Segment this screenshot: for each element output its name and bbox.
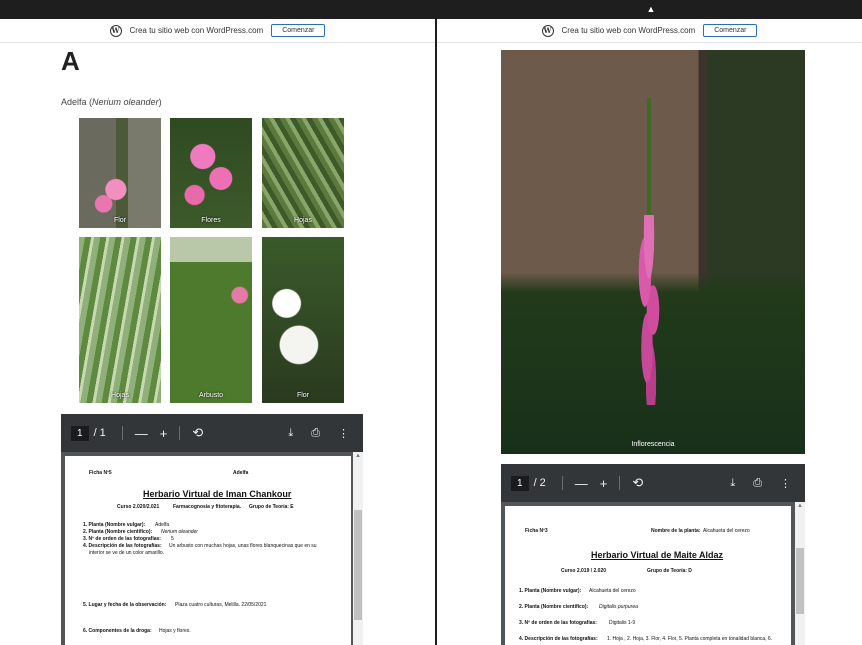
photo-flowers[interactable]: Flores [170, 118, 252, 228]
zoom-in-button[interactable]: + [600, 476, 608, 491]
caption-suffix: ) [158, 97, 162, 107]
wordpress-logo-icon: W [541, 24, 554, 37]
scroll-thumb[interactable] [796, 548, 804, 614]
group: Grupo de Teoría: E [249, 504, 294, 510]
print-icon[interactable]: ⎙ [311, 427, 320, 440]
rotate-icon[interactable]: ⟲ [192, 425, 203, 441]
course: Curso 2.020/2.021 [117, 504, 160, 510]
item-label: 1. Planta (Nombre vulgar): [83, 522, 146, 528]
item-label: 3. Nº de orden de las fotografías: [83, 536, 161, 542]
plant-bloom [629, 215, 669, 405]
item-value: 1. Hoja , 2. Hoja, 3. Flor, 4. Flor, 5. … [607, 636, 773, 642]
start-button[interactable]: Comenzar [703, 24, 758, 37]
toolbar-separator [619, 476, 621, 490]
photo-label: Hojas [111, 392, 129, 399]
collapse-icon[interactable]: ▲ [645, 3, 657, 15]
toolbar-actions: ⤓ ⎙ ⋮ [730, 477, 805, 490]
toolbar-separator [561, 476, 563, 490]
plant-heading: Adelfa [233, 470, 249, 476]
item-label: 4. Descripción de las fotografías: [83, 543, 162, 549]
pdf-page: Ficha Nº5 Adelfa Herbario Virtual de Ima… [65, 456, 351, 645]
zoom-in-button[interactable]: + [160, 426, 168, 441]
photo-shrub[interactable]: Arbusto [170, 237, 252, 403]
more-icon[interactable]: ⋮ [338, 427, 349, 440]
pdf-toolbar: 1 / 1 — + ⟲ ⤓ ⎙ ⋮ [61, 414, 363, 452]
pdf-page: Ficha Nº3 Nombre de la planta: Alcahueta… [505, 506, 791, 645]
subject: Farmacognosia y fitoterapia. [173, 504, 242, 510]
item-value: Plaza cuatro culturas, Melilla. 22/05/20… [175, 602, 267, 608]
zoom-out-button[interactable]: — [135, 426, 148, 441]
item-value: Adelfa [155, 522, 170, 528]
group: Grupo de Teoría: D [647, 568, 692, 574]
photo-flower-1[interactable]: Flor [79, 118, 161, 228]
item-label: 1. Planta (Nombre vulgar): [519, 588, 582, 594]
page-number-input[interactable]: 1 [511, 475, 529, 491]
more-icon[interactable]: ⋮ [780, 477, 791, 490]
scroll-up-icon[interactable]: ▲ [795, 502, 805, 510]
pdf-viewer-left: 1 / 1 — + ⟲ ⤓ ⎙ ⋮ Ficha Nº5 Adelfa Herba… [61, 414, 363, 645]
caption-scientific: Nerium oleander [92, 97, 159, 107]
toolbar-actions: ⤓ ⎙ ⋮ [288, 427, 363, 440]
photo-leaves-2[interactable]: Hojas [79, 237, 161, 403]
photo-label: Flores [201, 217, 221, 224]
pdf-scrollbar[interactable]: ▲ [795, 502, 805, 645]
plant-heading-value: Alcahueta del cerezo [703, 528, 750, 534]
course: Curso 2.019 / 2.020 [561, 568, 607, 574]
item-value: Alcahueta del cerezo [589, 588, 636, 594]
item-label: 2. Planta (Nombre científico): [83, 529, 153, 535]
wordpress-logo-icon: W [109, 24, 122, 37]
zoom-out-button[interactable]: — [575, 476, 588, 491]
item-label: 5. Lugar y fecha de la observación: [83, 602, 167, 608]
plant-caption: Adelfa (Nerium oleander) [61, 97, 162, 107]
pdf-scrollbar[interactable]: ▲ [353, 452, 363, 645]
pdf-title: Herbario Virtual de Iman Chankour [143, 489, 292, 499]
item-value: Hojas y flores. [159, 628, 191, 634]
photo-label: Hojas [294, 217, 312, 224]
toolbar-separator [121, 426, 123, 440]
photo-flower-2[interactable]: Flor [262, 237, 344, 403]
caption-prefix: Adelfa ( [61, 97, 93, 107]
item-label: 3. Nº de orden de las fotografías: [519, 620, 597, 626]
wordpress-banner-right: W Crea tu sitio web con WordPress.com Co… [437, 19, 862, 43]
ficha-number: Ficha Nº3 [525, 528, 548, 534]
wordpress-banner-left: W Crea tu sitio web con WordPress.com Co… [0, 19, 435, 43]
item-value: Nerium oleander [161, 529, 198, 535]
rotate-icon[interactable]: ⟲ [632, 475, 643, 491]
pdf-toolbar: 1 / 2 — + ⟲ ⤓ ⎙ ⋮ [501, 464, 805, 502]
page-number-input[interactable]: 1 [71, 425, 89, 441]
item-value: interior se ve de un color amarillo. [89, 550, 165, 556]
banner-text: Crea tu sitio web con WordPress.com [561, 26, 696, 35]
photo-leaves-1[interactable]: Hojas [262, 118, 344, 228]
print-icon[interactable]: ⎙ [753, 477, 762, 490]
photo-label: Arbusto [198, 392, 224, 399]
pane-divider [435, 0, 437, 645]
item-value: 5 [171, 536, 174, 542]
item-value: Un arbusto con muchas hojas, unas flores… [169, 543, 317, 549]
plant-heading-label: Nombre de la planta: [651, 528, 701, 534]
page-count: / 2 [533, 477, 546, 489]
pdf-title: Herbario Virtual de Maite Aldaz [591, 550, 724, 560]
download-icon[interactable]: ⤓ [730, 477, 735, 490]
item-value: Digitalis purpurea [599, 604, 638, 610]
item-label: 2. Planta (Nombre científico): [519, 604, 589, 610]
download-icon[interactable]: ⤓ [288, 427, 293, 440]
item-label: 6. Componentes de la droga: [83, 628, 152, 634]
item-value: Digitalis 1-9 [609, 620, 636, 626]
pdf-viewer-right: 1 / 2 — + ⟲ ⤓ ⎙ ⋮ Ficha Nº3 Nombre de la… [501, 464, 805, 645]
banner-text: Crea tu sitio web con WordPress.com [129, 26, 264, 35]
start-button[interactable]: Comenzar [271, 24, 326, 37]
photo-label: Inflorescencia [631, 441, 675, 448]
scroll-thumb[interactable] [354, 510, 362, 620]
top-strip-left [0, 0, 435, 19]
toolbar-separator [179, 426, 181, 440]
section-letter: A [61, 46, 80, 76]
page-count: / 1 [93, 427, 106, 439]
ficha-number: Ficha Nº5 [89, 470, 112, 476]
photo-inflorescence[interactable]: Inflorescencia [501, 50, 805, 454]
photo-label: Flor [113, 217, 127, 224]
scroll-up-icon[interactable]: ▲ [353, 452, 363, 460]
photo-label: Flor [296, 392, 310, 399]
item-label: 4. Descripción de las fotografías: [519, 636, 598, 642]
browser-screenshot: ▲ W Crea tu sitio web con WordPress.com … [0, 0, 862, 645]
